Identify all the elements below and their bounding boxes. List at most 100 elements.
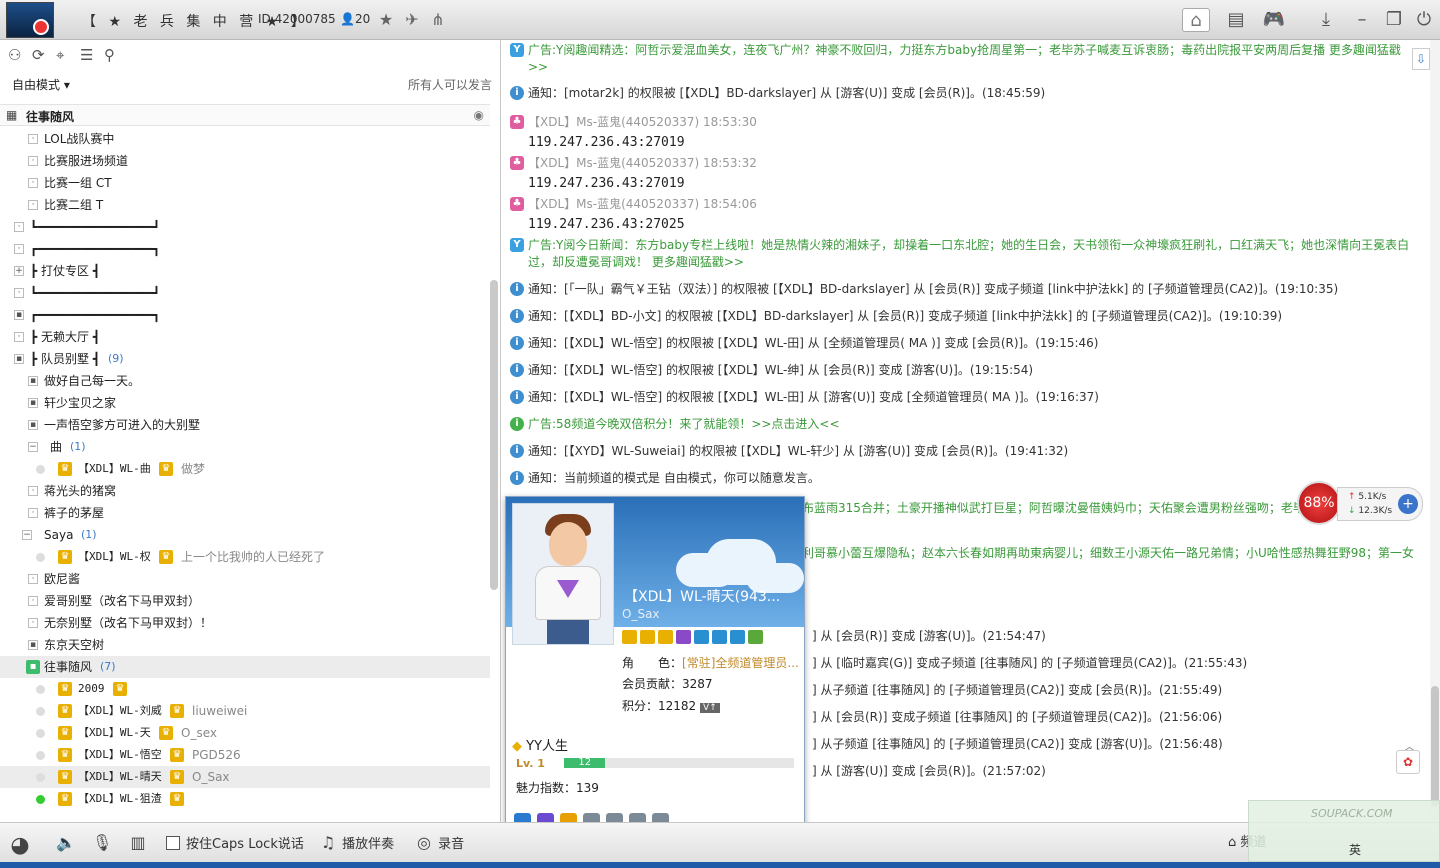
channel-row[interactable]: · ┏━━━━━━━━━━━━━━━━┓ — [0, 238, 490, 260]
lock-icon[interactable]: ▪ — [14, 310, 24, 320]
avatar[interactable] — [512, 503, 614, 645]
play-accompaniment-button[interactable]: ♫ 播放伴奏 — [318, 833, 394, 852]
collapse-icon[interactable]: − — [22, 530, 32, 540]
locate-icon[interactable]: ◉ — [474, 108, 484, 122]
channel-row[interactable]: · 蒋光头的猪窝 — [0, 480, 490, 502]
channel-logo[interactable] — [6, 2, 54, 38]
star-icon[interactable]: ★ — [376, 10, 396, 30]
user-row[interactable]: ♛ 【XDL】WL-晴天 ♛ O_Sax — [0, 766, 490, 788]
channel-icon[interactable]: · — [28, 134, 38, 144]
channel-icon[interactable]: · — [28, 200, 38, 210]
crown-icon[interactable] — [622, 630, 637, 644]
mic-ball-icon[interactable]: ◕ — [6, 833, 34, 858]
crown-icon[interactable] — [640, 630, 655, 644]
channel-row[interactable]: · 爱哥别墅（改名下马甲双封） — [0, 590, 490, 612]
mode-dropdown[interactable]: 自由模式 ▾ — [12, 76, 70, 93]
message-text[interactable]: 利哥慕小蕾互爆隐私；赵本六长春如期再助東病婴儿；细数王小源天佑一路兄弟情；小U哈… — [802, 545, 1428, 562]
channel-icon[interactable]: · — [28, 596, 38, 606]
channel-row[interactable]: · 欧尼酱 — [0, 568, 490, 590]
channel-icon[interactable]: · — [14, 222, 24, 232]
search-icon[interactable]: ⚲ — [104, 46, 122, 64]
channel-row[interactable]: · 比赛二组 T — [0, 194, 490, 216]
channel-row[interactable]: · 比赛服进场频道 — [0, 150, 490, 172]
message-text[interactable]: 广告:Y阅趣闻精选：阿哲示爱混血美女，连夜飞广州？神豪不败回归，力挺东方baby… — [528, 42, 1418, 76]
channel-row[interactable]: ▪ 做好自己每一天。 — [0, 370, 490, 392]
channel-row[interactable]: · 裤子的茅屋 — [0, 502, 490, 524]
channel-row[interactable]: · 比赛一组 CT — [0, 172, 490, 194]
game-button[interactable]: 🎮 — [1260, 8, 1288, 32]
power-button[interactable]: ⏻ — [1410, 8, 1438, 32]
user-row[interactable]: ♛ 【XDL】WL-天 ♛ O_sex — [0, 722, 490, 744]
collapse-icon[interactable]: − — [28, 442, 38, 452]
lock-icon[interactable]: ▪ — [28, 398, 38, 408]
channel-row[interactable]: ▪ ┣ 队员别墅 ┫ (9) — [0, 348, 490, 370]
channel-icon[interactable]: · — [14, 332, 24, 342]
channel-row[interactable]: · 无奈别墅（改名下马甲双封）！ — [0, 612, 490, 634]
notes-button[interactable]: ▤ — [1222, 8, 1250, 32]
chat-scroll-thumb[interactable] — [1431, 686, 1439, 806]
channel-row[interactable]: · ┣ 无赖大厅 ┫ — [0, 326, 490, 348]
user-row[interactable]: ♛ 【XDL】WL-悟空 ♛ PGD526 — [0, 744, 490, 766]
chat-scrollbar[interactable] — [1430, 40, 1440, 822]
message-text[interactable]: 广告:Y阅今日新闻：东方baby专栏上线啦！她是热情火辣的湘妹子，却操着一口东北… — [528, 237, 1418, 271]
flower-icon[interactable]: ✿ — [1396, 750, 1420, 774]
minimize-tray-button[interactable]: ⤓ — [1312, 8, 1340, 32]
crown-icon[interactable] — [658, 630, 673, 644]
channel-row[interactable]: ▪ 东京天空树 — [0, 634, 490, 656]
list-icon[interactable]: ☰ — [80, 46, 98, 64]
channel-icon[interactable]: · — [28, 508, 38, 518]
channel-icon[interactable]: · — [14, 244, 24, 254]
network-speed-widget[interactable]: 88% ↑ 5.1K/s ↓ 12.3K/s + — [1297, 481, 1423, 525]
lock-icon[interactable]: ▪ — [28, 420, 38, 430]
user-row[interactable]: ♛ 2009 ♛ — [0, 678, 490, 700]
green-gem-icon[interactable] — [748, 630, 763, 644]
diamond-icon[interactable] — [730, 630, 745, 644]
user-row[interactable]: ♛ 【XDL】WL-刘威 ♛ liuweiwei — [0, 700, 490, 722]
diamond-icon[interactable] — [712, 630, 727, 644]
channel-row[interactable]: ▪ 往事随风 (7) — [0, 656, 490, 678]
expand-icon[interactable]: + — [14, 266, 24, 276]
caps-lock-talk[interactable]: 按住Caps Lock说话 — [166, 833, 304, 852]
user-row[interactable]: ♛ 【XDL】WL-狙渣 ♛ — [0, 788, 490, 810]
user-row[interactable]: ♛ 【XDL】WL-权 ♛ 上一个比我帅的人已经死了 — [0, 546, 490, 568]
lock-icon[interactable]: ▪ — [14, 354, 24, 364]
user-row[interactable]: ♛ 【XDL】WL-曲 ♛ 做梦 — [0, 458, 490, 480]
channel-row[interactable]: · LOL战队赛中 — [0, 128, 490, 150]
record-button[interactable]: ◎ 录音 — [414, 833, 464, 852]
message-text[interactable]: 广告:58频道今晚双倍积分！来了就能领！>>点击进入<< — [528, 416, 1418, 433]
lock-icon[interactable]: ▪ — [28, 376, 38, 386]
channel-row[interactable]: · ┗━━━━━━━━━━━━━━━━┛ — [0, 282, 490, 304]
channel-row[interactable]: · ┗━━━━━━━━━━━━━━━━┛ — [0, 216, 490, 238]
refresh-icon[interactable]: ⟳ — [32, 46, 50, 64]
channel-row[interactable]: ▪ ┏━━━━━━━━━━━━━━━━┓ — [0, 304, 490, 326]
lock-icon[interactable]: ▪ — [28, 640, 38, 650]
download-icon[interactable]: ⇩ — [1412, 48, 1430, 70]
location-icon[interactable]: ⌖ — [56, 46, 74, 64]
channel-icon[interactable]: · — [14, 288, 24, 298]
channel-row[interactable]: − Saya (1) — [0, 524, 490, 546]
user-manage-icon[interactable]: ⚇ — [8, 46, 26, 64]
plus-icon[interactable]: + — [1398, 494, 1418, 514]
diamond-icon[interactable] — [694, 630, 709, 644]
channel-icon[interactable]: · — [28, 486, 38, 496]
badge-icon[interactable] — [676, 630, 691, 644]
channel-icon[interactable]: · — [28, 178, 38, 188]
microphone-icon[interactable]: 🎙 — [92, 833, 112, 852]
channel-icon[interactable]: · — [28, 574, 38, 584]
restore-button[interactable]: ❐ — [1380, 8, 1408, 32]
equalizer-icon[interactable]: ▥ — [128, 833, 148, 852]
channel-icon[interactable]: · — [28, 156, 38, 166]
minimize-button[interactable]: – — [1348, 8, 1376, 32]
share-icon[interactable]: ⋔ — [428, 10, 448, 30]
caps-checkbox[interactable] — [166, 836, 180, 850]
channel-row[interactable]: − 曲 (1) — [0, 436, 490, 458]
ime-indicator[interactable]: 英 — [1349, 841, 1361, 858]
home-button[interactable]: ⌂ — [1182, 8, 1210, 32]
channel-icon[interactable]: · — [28, 618, 38, 628]
speaker-icon[interactable]: 🔈 — [56, 833, 76, 852]
tree-scrollbar[interactable] — [490, 280, 498, 590]
plane-icon[interactable]: ✈ — [402, 10, 422, 30]
channel-row[interactable]: + ┣ 打仗专区 ┫ — [0, 260, 490, 282]
channel-row[interactable]: ▪ 轩少宝贝之家 — [0, 392, 490, 414]
channel-row[interactable]: ▪ 一声悟空爹方可进入的大别墅 — [0, 414, 490, 436]
